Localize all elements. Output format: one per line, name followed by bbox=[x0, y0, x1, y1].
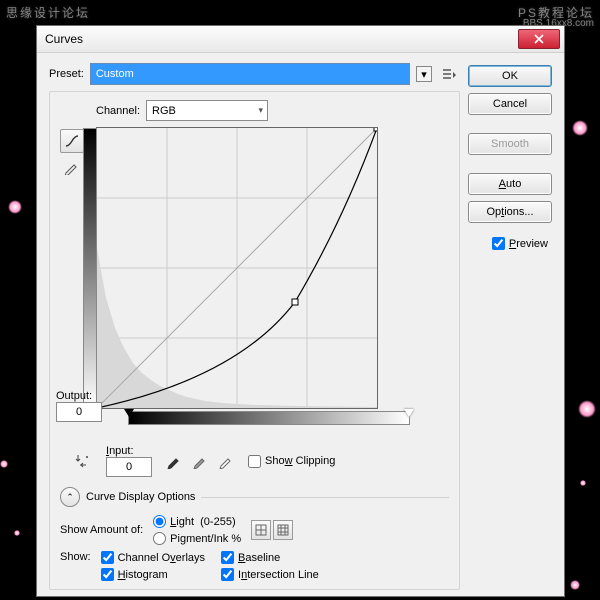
white-eyedropper-icon[interactable] bbox=[216, 451, 236, 471]
preset-label: Preset: bbox=[49, 68, 84, 80]
options-button[interactable]: Options... bbox=[468, 201, 552, 223]
grid-detailed-icon[interactable] bbox=[273, 520, 293, 540]
disclosure-toggle[interactable]: ⌃ bbox=[60, 487, 80, 507]
channel-dropdown[interactable]: RGB bbox=[146, 100, 268, 121]
curves-panel: Channel: RGB bbox=[49, 91, 460, 590]
input-gradient[interactable] bbox=[128, 411, 410, 425]
white-point-slider[interactable] bbox=[404, 409, 414, 417]
show-amount-label: Show Amount of: bbox=[60, 524, 143, 536]
curves-dialog: Curves Preset: Custom ▾ Channel: RG bbox=[36, 25, 565, 597]
auto-button[interactable]: Auto bbox=[468, 173, 552, 195]
close-button[interactable] bbox=[518, 29, 560, 49]
input-label: Input: bbox=[106, 445, 152, 457]
intersection-checkbox[interactable]: Intersection Line bbox=[221, 568, 319, 581]
preview-checkbox[interactable]: Preview bbox=[468, 237, 552, 250]
preset-value: Custom bbox=[96, 68, 134, 80]
show-label: Show: bbox=[60, 551, 91, 563]
preset-dropdown-arrow[interactable]: ▾ bbox=[416, 66, 432, 82]
curve-tool-icon[interactable] bbox=[60, 129, 84, 153]
black-eyedropper-icon[interactable] bbox=[164, 451, 184, 471]
smooth-button[interactable]: Smooth bbox=[468, 133, 552, 155]
preset-dropdown[interactable]: Custom bbox=[90, 63, 410, 85]
curves-graph[interactable] bbox=[96, 127, 378, 409]
dialog-title: Curves bbox=[45, 32, 518, 46]
output-label: Output: bbox=[56, 390, 102, 402]
cancel-button[interactable]: Cancel bbox=[468, 93, 552, 115]
output-field[interactable]: 0 bbox=[56, 402, 102, 422]
gray-eyedropper-icon[interactable] bbox=[190, 451, 210, 471]
point-tool-icon[interactable] bbox=[72, 450, 94, 472]
grid-simple-icon[interactable] bbox=[251, 520, 271, 540]
channel-label: Channel: bbox=[96, 105, 140, 117]
baseline-checkbox[interactable]: Baseline bbox=[221, 551, 319, 564]
channel-value: RGB bbox=[152, 105, 176, 117]
light-radio[interactable]: Light (0-255) bbox=[153, 515, 241, 528]
pigment-radio[interactable]: Pigment/Ink % bbox=[153, 532, 241, 545]
ok-button[interactable]: OK bbox=[468, 65, 552, 87]
channel-overlays-checkbox[interactable]: Channel Overlays bbox=[101, 551, 205, 564]
histogram-checkbox[interactable]: Histogram bbox=[101, 568, 205, 581]
show-clipping-checkbox[interactable]: Show Clipping bbox=[248, 455, 335, 468]
curve-display-label: Curve Display Options bbox=[86, 491, 195, 503]
pencil-tool-icon[interactable] bbox=[60, 157, 82, 179]
watermark-topleft: 思缘设计论坛 bbox=[6, 4, 90, 21]
black-point-slider[interactable] bbox=[124, 409, 134, 417]
output-gradient bbox=[83, 128, 97, 410]
preset-menu-icon[interactable] bbox=[438, 64, 460, 84]
input-field[interactable]: 0 bbox=[106, 457, 152, 477]
titlebar[interactable]: Curves bbox=[37, 26, 564, 53]
